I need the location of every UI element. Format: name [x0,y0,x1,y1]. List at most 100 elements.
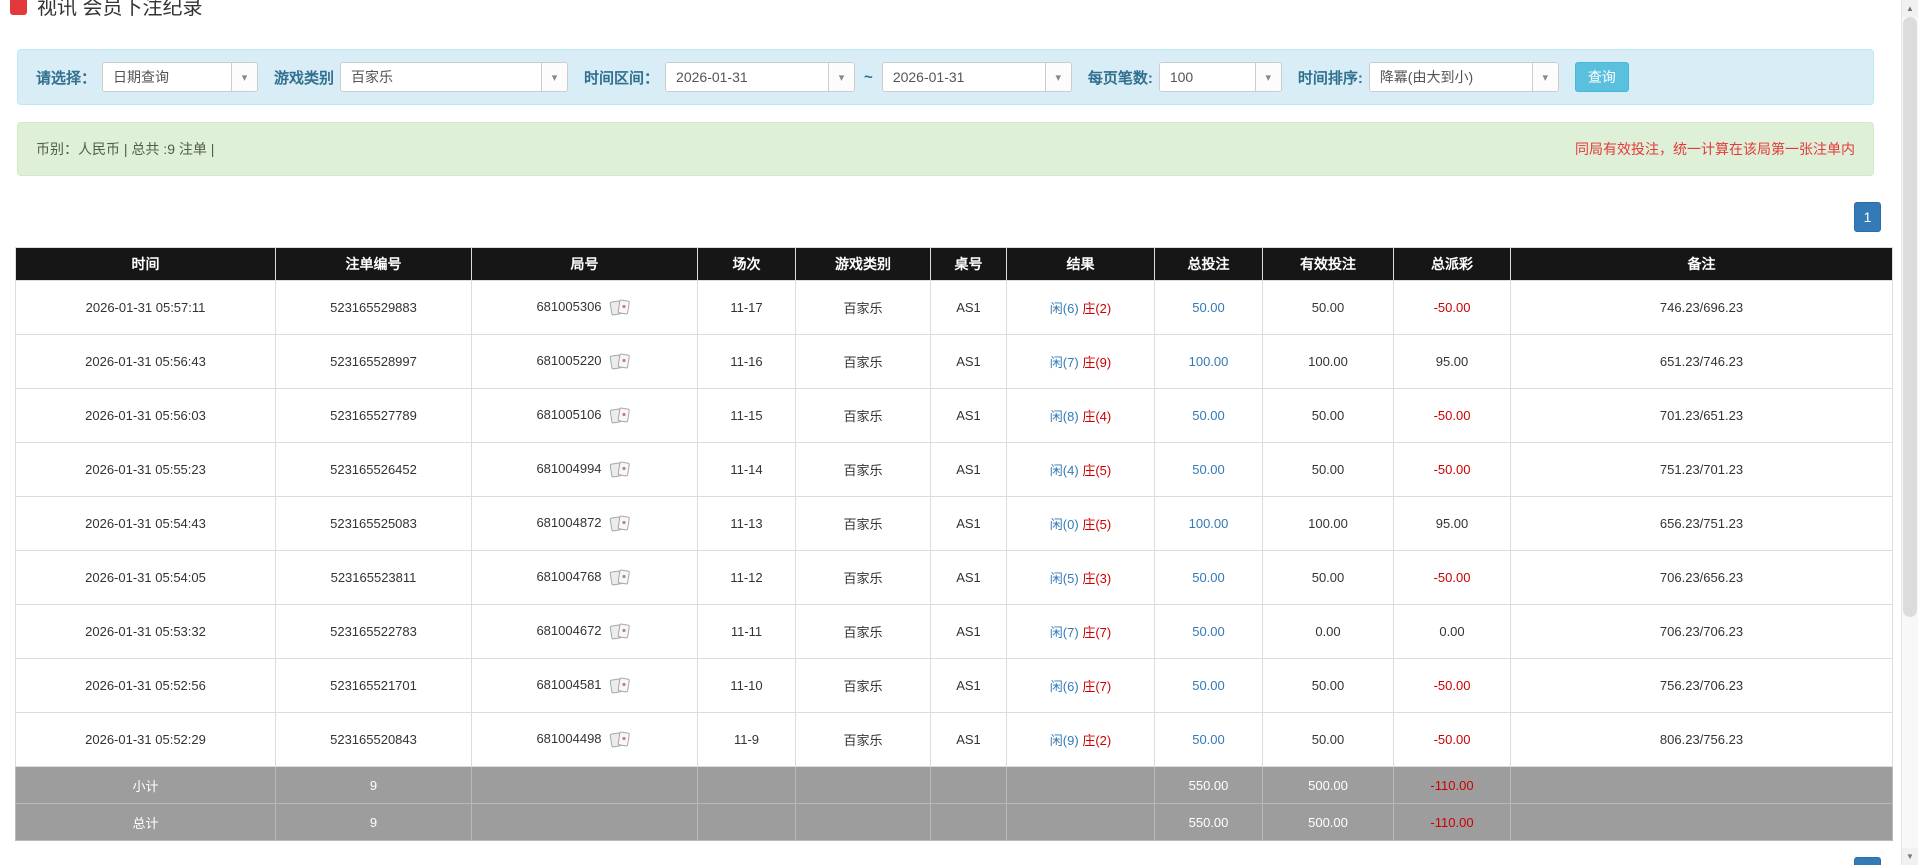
total-bet-link[interactable]: 50.00 [1192,732,1225,747]
cell-result: 闲(6) 庄(2) [1006,280,1155,335]
chevron-down-icon[interactable]: ▾ [231,63,258,91]
cell-table: AS1 [930,550,1007,605]
chevron-down-icon[interactable]: ▾ [1531,63,1558,91]
view-cards-icon[interactable] [609,460,633,479]
view-cards-icon[interactable] [609,352,633,371]
page-size-dropdown[interactable]: 100 ▾ [1158,62,1282,92]
view-cards-icon[interactable] [609,406,633,425]
total-bet-link[interactable]: 50.00 [1192,408,1225,423]
cell-table: AS1 [930,658,1007,713]
cell-session: 11-11 [697,604,796,659]
cell-round: 681004498 [471,712,698,767]
chevron-down-icon[interactable]: ▾ [828,63,855,91]
game-type-label: 游戏类别 [274,69,335,87]
scrollbar-thumb[interactable] [1903,17,1917,617]
total-bet-link[interactable]: 50.00 [1192,570,1225,585]
col-time: 时间 [15,247,276,281]
cell-game-type: 百家乐 [795,496,931,551]
cell-payout: -50.00 [1393,388,1511,443]
cell-session: 11-12 [697,550,796,605]
total-bet-link[interactable]: 50.00 [1192,678,1225,693]
subtotal-payout: -110.00 [1393,766,1511,804]
chevron-down-icon[interactable]: ▾ [1044,63,1071,91]
table-row: 2026-01-31 05:54:43 523165525083 6810048… [15,496,1893,551]
cell-time: 2026-01-31 05:56:03 [15,388,276,443]
cell-round: 681004672 [471,604,698,659]
scroll-up-icon[interactable]: ▲ [1902,0,1918,17]
cell-round: 681005220 [471,334,698,389]
view-cards-icon[interactable] [609,730,633,749]
view-cards-icon[interactable] [609,676,633,695]
player-result: 闲(7) [1049,625,1079,640]
banker-result: 庄(7) [1082,679,1112,694]
round-number: 681004768 [536,568,602,584]
cell-time: 2026-01-31 05:54:05 [15,550,276,605]
cell-round: 681004581 [471,658,698,713]
cell-session: 11-15 [697,388,796,443]
round-number: 681004994 [536,460,602,476]
table-row: 2026-01-31 05:54:05 523165523811 6810047… [15,550,1893,605]
empty-cell [795,803,931,841]
cell-round: 681005106 [471,388,698,443]
cell-game-type: 百家乐 [795,604,931,659]
game-type-value: 百家乐 [341,63,542,91]
search-button[interactable]: 查询 [1574,62,1629,92]
vertical-scrollbar[interactable]: ▲ ▼ [1901,0,1918,865]
query-type-value: 日期查询 [103,63,232,91]
cell-total-bet: 50.00 [1154,712,1263,767]
cell-payout: -50.00 [1393,712,1511,767]
col-valid-bet: 有效投注 [1262,247,1394,281]
chevron-down-icon[interactable]: ▾ [541,63,568,91]
table-header-row: 时间 注单编号 局号 场次 游戏类别 桌号 结果 总投注 有效投注 总派彩 备注 [15,247,1893,281]
page-1-button[interactable]: 1 [1854,202,1881,232]
view-cards-icon[interactable] [609,514,633,533]
empty-cell [697,766,796,804]
cell-table: AS1 [930,712,1007,767]
chevron-down-icon[interactable]: ▾ [1254,63,1281,91]
cell-time: 2026-01-31 05:54:43 [15,496,276,551]
view-cards-icon[interactable] [609,622,633,641]
view-cards-icon[interactable] [609,568,633,587]
cell-session: 11-17 [697,280,796,335]
query-type-dropdown[interactable]: 日期查询 ▾ [102,62,259,92]
cell-total-bet: 50.00 [1154,280,1263,335]
table-row: 2026-01-31 05:53:32 523165522783 6810046… [15,604,1893,659]
player-result: 闲(6) [1049,301,1079,316]
total-label: 总计 [15,803,276,841]
round-number: 681004498 [536,730,602,746]
sort-order-value: 降冪(由大到小) [1369,63,1532,91]
total-bet-link[interactable]: 50.00 [1192,624,1225,639]
page-1-button-bottom[interactable]: 1 [1854,857,1881,865]
cell-result: 闲(5) 庄(3) [1006,550,1155,605]
cell-result: 闲(6) 庄(7) [1006,658,1155,713]
date-from-dropdown[interactable]: 2026-01-31 ▾ [665,62,856,92]
date-to-dropdown[interactable]: 2026-01-31 ▾ [881,62,1072,92]
scroll-down-icon[interactable]: ▼ [1902,848,1918,865]
cell-bet-id: 523165526452 [275,442,472,497]
cell-time: 2026-01-31 05:56:43 [15,334,276,389]
game-type-dropdown[interactable]: 百家乐 ▾ [340,62,569,92]
round-number: 681005306 [536,298,602,314]
page-size-value: 100 [1159,63,1255,91]
cell-round: 681004994 [471,442,698,497]
pagination-bottom: 1 [1854,857,1881,865]
subtotal-count: 9 [275,766,472,804]
total-bet-link[interactable]: 100.00 [1189,516,1229,531]
cell-total-bet: 100.00 [1154,496,1263,551]
cell-session: 11-16 [697,334,796,389]
view-cards-icon[interactable] [609,298,633,317]
total-bet-link[interactable]: 100.00 [1189,354,1229,369]
summary-totals: 币别：人民币 | 总共 :9 注单 | [36,141,215,157]
table-body: 2026-01-31 05:57:11 523165529883 6810053… [15,280,1893,767]
sort-order-dropdown[interactable]: 降冪(由大到小) ▾ [1368,62,1559,92]
cell-bet-id: 523165525083 [275,496,472,551]
cell-round: 681004872 [471,496,698,551]
cell-remark: 701.23/651.23 [1510,388,1893,443]
total-bet-link[interactable]: 50.00 [1192,300,1225,315]
total-bet-link[interactable]: 50.00 [1192,462,1225,477]
cell-remark: 706.23/706.23 [1510,604,1893,659]
date-to-value: 2026-01-31 [882,63,1045,91]
col-payout: 总派彩 [1393,247,1511,281]
round-number: 681004672 [536,622,602,638]
cell-time: 2026-01-31 05:55:23 [15,442,276,497]
